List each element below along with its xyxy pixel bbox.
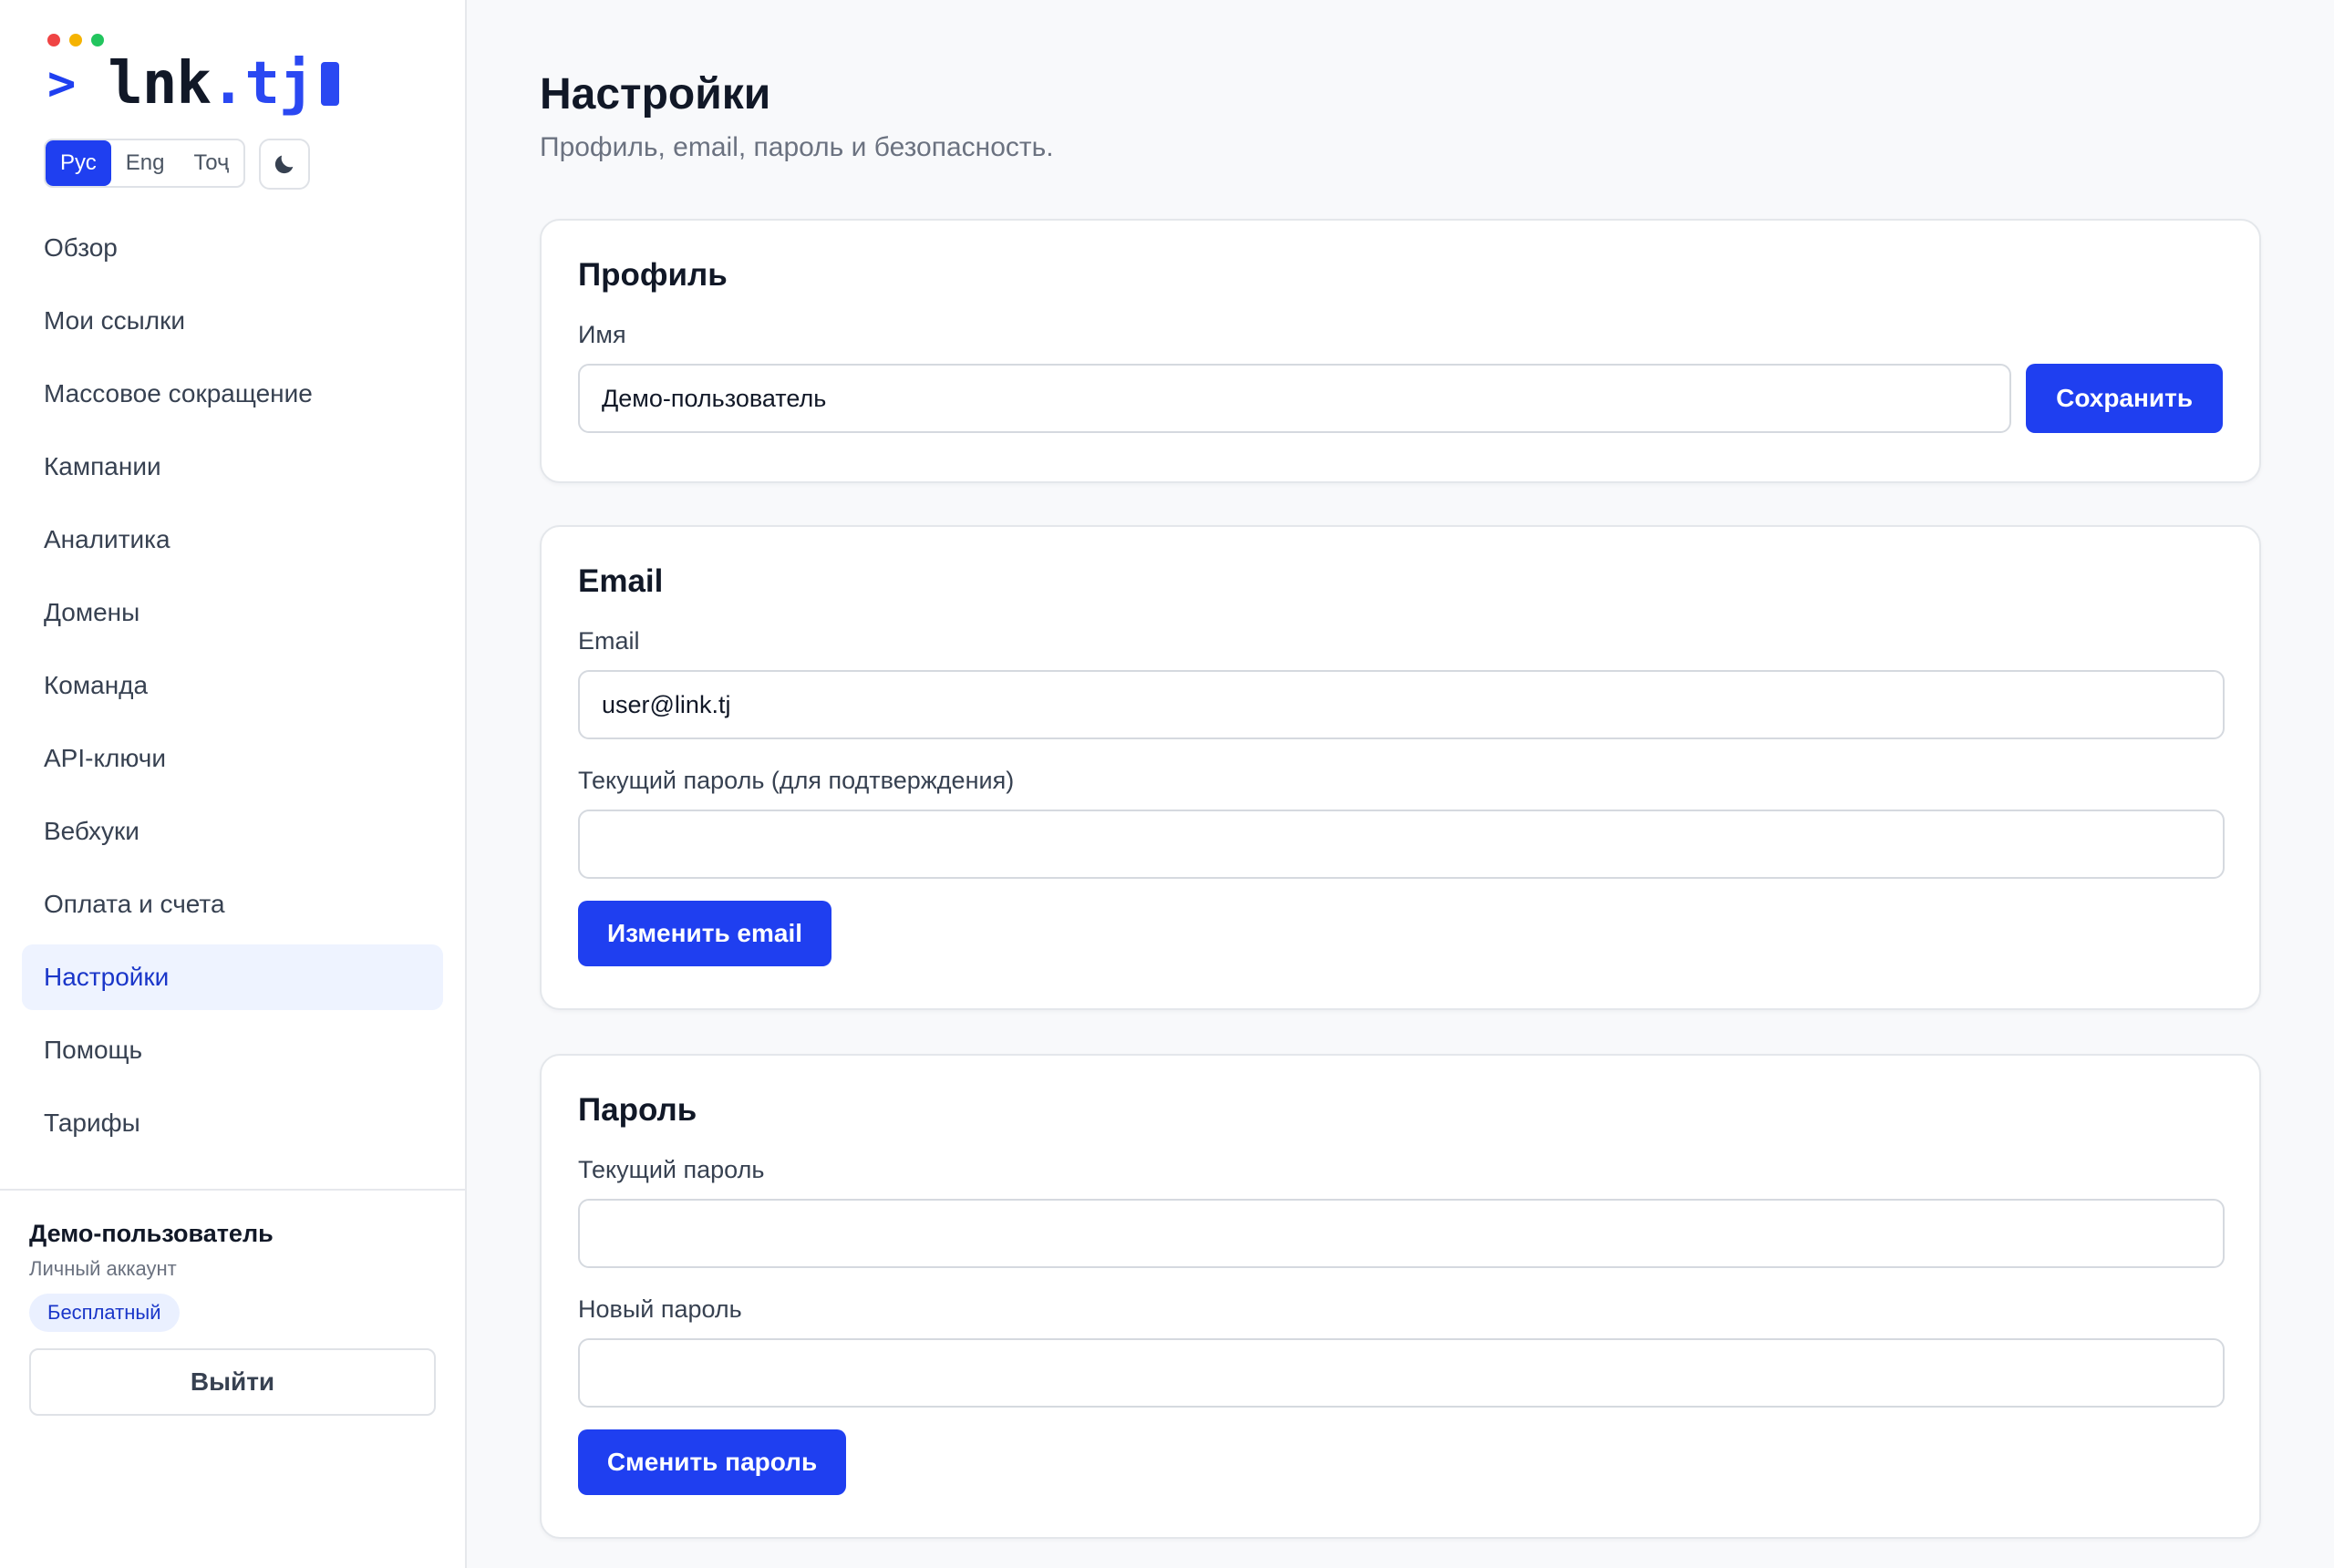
lang-en[interactable]: Eng: [111, 140, 180, 186]
new-password-input[interactable]: [578, 1338, 2225, 1408]
logo-name: lnk: [108, 50, 212, 118]
password-actions: Сменить пароль: [578, 1429, 2223, 1495]
theme-toggle-button[interactable]: [259, 139, 310, 190]
account-panel: Демо-пользователь Личный аккаунт Бесплат…: [0, 1189, 465, 1416]
sidebar-item-domains[interactable]: Домены: [22, 580, 443, 645]
name-row: Сохранить: [578, 364, 2223, 433]
logo-tld: .tj: [210, 50, 315, 118]
email-password-label: Текущий пароль (для подтверждения): [578, 767, 1015, 794]
sidebar-item-billing[interactable]: Оплата и счета: [22, 872, 443, 937]
app: > lnk .tj Рус Eng Тоҷ Обзор Мои ссылки М…: [0, 0, 2334, 1568]
name-label: Имя: [578, 321, 626, 348]
sidebar-nav: Обзор Мои ссылки Массовое сокращение Кам…: [22, 215, 443, 1163]
change-email-button[interactable]: Изменить email: [578, 901, 831, 966]
email-card: Email Email Текущий пароль (для подтверж…: [540, 525, 2261, 1010]
window-dots: [47, 34, 104, 46]
profile-card: Профиль Имя Сохранить: [540, 219, 2261, 483]
main-content: Настройки Профиль, email, пароль и безоп…: [467, 0, 2334, 1568]
sidebar-item-api-keys[interactable]: API-ключи: [22, 726, 443, 791]
dot-red: [47, 34, 60, 46]
lang-tj[interactable]: Тоҷ: [179, 140, 243, 186]
email-card-title: Email: [578, 563, 664, 599]
sidebar-item-links[interactable]: Мои ссылки: [22, 288, 443, 354]
dot-yellow: [69, 34, 82, 46]
dot-green: [91, 34, 104, 46]
sidebar-item-help[interactable]: Помощь: [22, 1017, 443, 1083]
save-profile-button[interactable]: Сохранить: [2026, 364, 2223, 433]
profile-card-title: Профиль: [578, 257, 728, 293]
sidebar-item-campaigns[interactable]: Кампании: [22, 434, 443, 500]
sidebar-item-overview[interactable]: Обзор: [22, 215, 443, 281]
sidebar-item-analytics[interactable]: Аналитика: [22, 507, 443, 573]
current-password-label: Текущий пароль: [578, 1156, 765, 1183]
logo[interactable]: > lnk .tj: [47, 49, 339, 119]
password-card-title: Пароль: [578, 1092, 697, 1128]
new-password-label: Новый пароль: [578, 1295, 742, 1323]
sidebar-item-settings[interactable]: Настройки: [22, 944, 443, 1010]
email-actions: Изменить email: [578, 901, 2223, 966]
lang-ru[interactable]: Рус: [46, 140, 111, 186]
sidebar: > lnk .tj Рус Eng Тоҷ Обзор Мои ссылки М…: [0, 0, 467, 1568]
logout-button[interactable]: Выйти: [29, 1348, 436, 1416]
email-input[interactable]: [578, 670, 2225, 739]
change-password-button[interactable]: Сменить пароль: [578, 1429, 846, 1495]
email-label: Email: [578, 627, 640, 655]
sidebar-item-bulk[interactable]: Массовое сокращение: [22, 361, 443, 427]
logo-prompt: >: [47, 57, 76, 111]
password-card: Пароль Текущий пароль Новый пароль Смени…: [540, 1054, 2261, 1539]
account-type: Личный аккаунт: [29, 1257, 177, 1280]
plan-badge: Бесплатный: [29, 1294, 180, 1332]
moon-icon: [274, 155, 294, 174]
logo-cursor: [320, 62, 339, 106]
sidebar-item-webhooks[interactable]: Вебхуки: [22, 799, 443, 864]
account-name: Демо-пользователь: [29, 1220, 274, 1247]
page-subtitle: Профиль, email, пароль и безопасность.: [540, 132, 1054, 162]
sidebar-item-team[interactable]: Команда: [22, 653, 443, 718]
name-input[interactable]: [578, 364, 2012, 433]
current-password-input[interactable]: [578, 1199, 2225, 1268]
email-password-input[interactable]: [578, 810, 2225, 879]
sidebar-item-pricing[interactable]: Тарифы: [22, 1090, 443, 1156]
page-title: Настройки: [540, 70, 771, 119]
language-switcher: Рус Eng Тоҷ: [44, 139, 246, 188]
